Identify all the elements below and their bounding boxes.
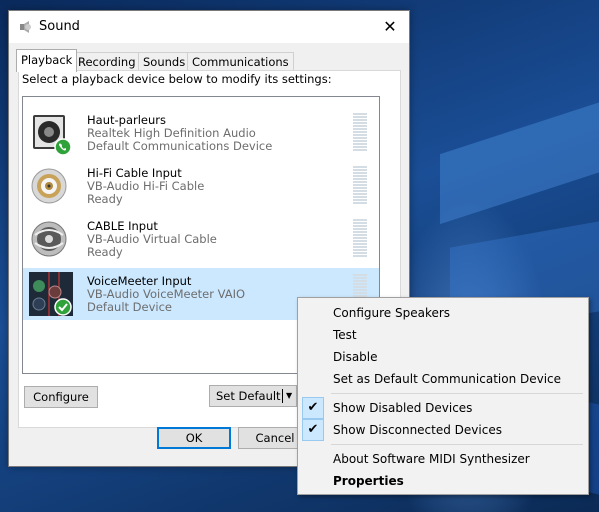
menu-item-label: Properties <box>333 474 404 488</box>
wallpaper-light-beam <box>440 85 599 225</box>
menu-item-show-disabled-devices[interactable]: ✔ Show Disabled Devices <box>300 397 586 419</box>
close-button[interactable]: ✕ <box>371 11 409 43</box>
device-item-hifi-cable-input[interactable]: Hi-Fi Cable Input VB-Audio Hi-Fi Cable R… <box>23 160 379 212</box>
menu-separator <box>331 393 583 394</box>
device-name: Haut-parleurs <box>87 113 166 127</box>
set-default-label: Set Default <box>216 389 281 403</box>
menu-item-label: Disable <box>333 350 378 364</box>
menu-item-label: Show Disconnected Devices <box>333 423 502 437</box>
device-status: Default Communications Device <box>87 139 273 153</box>
device-item-cable-input[interactable]: CABLE Input VB-Audio Virtual Cable Ready <box>23 213 379 265</box>
instruction-text: Select a playback device below to modify… <box>22 72 332 86</box>
volume-meter <box>353 166 367 206</box>
tab-sounds[interactable]: Sounds <box>138 52 191 71</box>
configure-button[interactable]: Configure <box>24 386 98 408</box>
sound-app-icon <box>20 21 31 33</box>
menu-item-configure-speakers[interactable]: Configure Speakers <box>300 302 586 324</box>
tab-playback[interactable]: Playback <box>16 49 78 72</box>
set-default-button[interactable]: Set Default ▼ <box>209 385 297 407</box>
title-bar[interactable]: Sound ✕ <box>9 11 409 43</box>
rca-jack-icon <box>31 168 67 204</box>
volume-meter <box>353 219 367 259</box>
checkmark-icon: ✔ <box>302 419 324 441</box>
device-driver: VB-Audio Virtual Cable <box>87 232 217 246</box>
menu-item-about-midi-synth[interactable]: About Software MIDI Synthesizer <box>300 448 586 470</box>
menu-item-set-default-communication[interactable]: Set as Default Communication Device <box>300 368 586 390</box>
split-divider <box>282 389 283 403</box>
device-status: Ready <box>87 245 123 259</box>
menu-item-label: Configure Speakers <box>333 306 451 320</box>
device-status: Default Device <box>87 300 173 314</box>
cable-icon <box>31 221 67 257</box>
menu-item-label: Set as Default Communication Device <box>333 372 562 386</box>
menu-item-label: Test <box>333 328 357 342</box>
dropdown-arrow-icon[interactable]: ▼ <box>286 386 292 406</box>
tab-communications[interactable]: Communications <box>187 52 294 71</box>
device-name: Hi-Fi Cable Input <box>87 166 182 180</box>
context-menu: Configure Speakers Test Disable Set as D… <box>297 297 589 495</box>
menu-item-label: About Software MIDI Synthesizer <box>333 452 530 466</box>
menu-item-test[interactable]: Test <box>300 324 586 346</box>
speaker-icon <box>33 115 72 155</box>
checkmark-badge-icon <box>54 298 72 316</box>
device-status: Ready <box>87 192 123 206</box>
menu-item-label: Show Disabled Devices <box>333 401 473 415</box>
menu-item-disable[interactable]: Disable <box>300 346 586 368</box>
menu-item-show-disconnected-devices[interactable]: ✔ Show Disconnected Devices <box>300 419 586 441</box>
device-name: VoiceMeeter Input <box>87 274 192 288</box>
voicemeeter-icon <box>29 272 73 316</box>
menu-item-properties[interactable]: Properties <box>300 470 586 492</box>
volume-meter <box>353 113 367 153</box>
phone-badge-icon <box>54 138 72 155</box>
device-item-haut-parleurs[interactable]: Haut-parleurs Realtek High Definition Au… <box>23 107 379 159</box>
device-driver: VB-Audio VoiceMeeter VAIO <box>87 287 246 301</box>
window-title: Sound <box>39 19 80 34</box>
tab-recording[interactable]: Recording <box>73 52 141 71</box>
menu-separator <box>331 444 583 445</box>
device-driver: VB-Audio Hi-Fi Cable <box>87 179 205 193</box>
ok-button[interactable]: OK <box>157 427 231 449</box>
device-name: CABLE Input <box>87 219 158 233</box>
device-driver: Realtek High Definition Audio <box>87 126 256 140</box>
checkmark-icon: ✔ <box>302 397 324 419</box>
